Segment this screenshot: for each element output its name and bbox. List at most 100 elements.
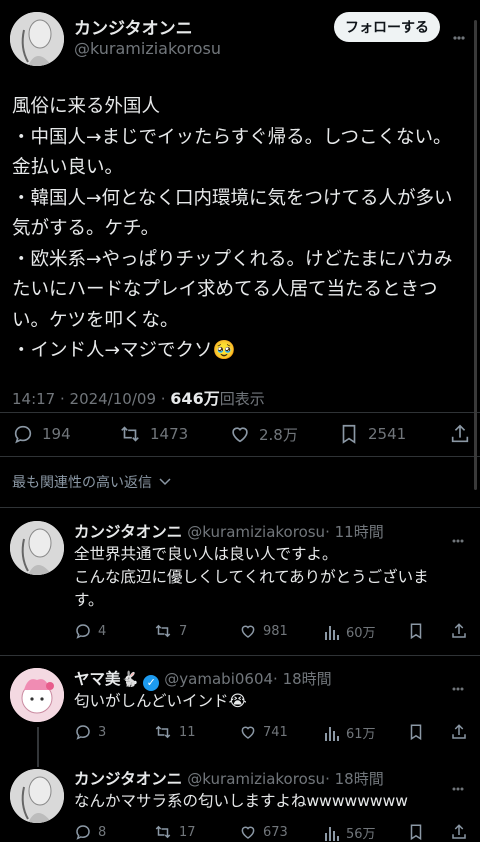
reply-author-handle[interactable]: @yamabi0604 — [164, 670, 273, 688]
bookmark-button[interactable]: 2541 — [338, 423, 406, 445]
retweet-count: 1473 — [150, 425, 189, 443]
retweet-button[interactable]: 1473 — [118, 423, 188, 445]
reply-icon — [76, 624, 90, 639]
verified-badge-icon: ✓ — [143, 675, 160, 691]
reply-count: 8 — [98, 824, 107, 840]
post-line: 気がする。ケチ。 — [12, 218, 160, 239]
retweet-button[interactable]: 11 — [153, 723, 196, 741]
view-count: 61万 — [346, 727, 376, 742]
like-button[interactable]: 673 — [239, 823, 288, 841]
share-icon — [452, 623, 466, 638]
reply-button[interactable]: 8 — [74, 823, 106, 841]
author-name[interactable]: カンジタオンニ — [74, 14, 193, 39]
like-count: 2.8万 — [259, 425, 298, 444]
retweet-icon — [155, 825, 171, 839]
reply-text: 匂いがしんどいインド😭 — [74, 690, 247, 713]
reply-header: ヤマ美🐇 ✓ @yamabi0604· 18時間 — [74, 667, 332, 691]
share-button[interactable] — [450, 823, 474, 841]
bookmark-button[interactable] — [407, 723, 431, 741]
share-button[interactable] — [450, 622, 474, 640]
reply-sort-label: 最も関連性の高い返信 — [12, 475, 152, 491]
scrollbar[interactable] — [474, 20, 477, 490]
post-text: 風俗に来る外国人 ・中国人→まじでイッたらすぐ帰る。しつこくない。 金払い良い。… — [12, 92, 472, 367]
views-button[interactable]: 61万 — [324, 723, 376, 742]
bookmark-count: 2541 — [368, 425, 407, 443]
more-options-icon[interactable] — [452, 528, 464, 547]
post-line: ・欧米系→やっぱりチップくれる。けどたまにバカみ — [12, 248, 453, 270]
reply-line: 全世界共通で良い人は良い人ですよ。 — [74, 545, 338, 563]
bookmark-icon — [342, 424, 356, 444]
reply-avatar[interactable] — [10, 521, 64, 575]
views-button[interactable]: 60万 — [324, 622, 376, 641]
view-count: 56万 — [346, 827, 376, 842]
bookmark-button[interactable] — [407, 622, 431, 640]
reply-line: 匂いがしんどいインド😭 — [74, 692, 247, 710]
reply-count: 194 — [42, 425, 71, 443]
rabbit-emoji: 🐇 — [120, 670, 140, 688]
reply-button[interactable]: 4 — [74, 622, 106, 640]
reply-avatar[interactable] — [10, 769, 64, 823]
reply-line: なんかマサラ系の匂いしますよねwwwwwwww — [74, 792, 408, 810]
reply-count: 3 — [98, 724, 107, 740]
share-icon — [452, 824, 466, 839]
retweet-icon — [155, 624, 171, 638]
reply-author-name[interactable]: カンジタオンニ — [74, 770, 182, 788]
heart-icon — [241, 625, 255, 638]
like-count: 981 — [263, 623, 288, 639]
reply-button[interactable]: 3 — [74, 723, 106, 741]
chevron-down-icon — [159, 478, 171, 486]
bookmark-button[interactable] — [407, 823, 431, 841]
reply-header: カンジタオンニ @kuramiziakorosu· 11時間 — [74, 520, 384, 542]
retweet-button[interactable]: 7 — [153, 622, 187, 640]
like-button[interactable]: 741 — [239, 723, 288, 741]
divider — [0, 456, 480, 457]
view-count: 646万 — [170, 389, 220, 408]
post-timestamp[interactable]: 14:17 · 2024/10/09 · — [12, 390, 170, 408]
reply-author-handle[interactable]: @kuramiziakorosu — [187, 523, 325, 541]
reply-time: · 18時間 — [325, 770, 384, 788]
retweet-icon — [121, 426, 139, 442]
reply-author-handle[interactable]: @kuramiziakorosu — [187, 770, 325, 788]
reply-header: カンジタオンニ @kuramiziakorosu· 18時間 — [74, 767, 384, 789]
reply-avatar[interactable] — [10, 668, 64, 722]
reply-text: 全世界共通で良い人は良い人ですよ。 こんな底辺に優しくしてくれてありがとうござい… — [74, 543, 429, 612]
retweet-count: 17 — [179, 824, 196, 840]
more-options-icon[interactable] — [452, 776, 464, 795]
post-line: い。ケツを叩くな。 — [12, 309, 179, 331]
like-button[interactable]: 981 — [239, 622, 288, 640]
post-line: 金払い良い。 — [12, 157, 124, 178]
bookmark-icon — [410, 623, 422, 640]
author-handle[interactable]: @kuramiziakorosu — [74, 39, 221, 58]
reply-author-name[interactable]: カンジタオンニ — [74, 523, 182, 541]
analytics-icon — [325, 625, 339, 640]
divider — [0, 655, 480, 656]
view-count-label: 回表示 — [219, 390, 265, 408]
heart-icon — [241, 826, 255, 839]
reply-author-name[interactable]: ヤマ美 — [74, 670, 121, 688]
reply-count: 4 — [98, 623, 107, 639]
reply-line: こんな底辺に優しくしてくれてありがとうございま — [74, 568, 429, 586]
reply-sort-dropdown[interactable]: 最も関連性の高い返信 — [12, 472, 171, 492]
like-count: 673 — [263, 824, 288, 840]
post-line: ・インド人→マジでクソ🥹 — [12, 340, 236, 361]
retweet-button[interactable]: 17 — [153, 823, 196, 841]
author-avatar[interactable] — [10, 12, 64, 66]
share-icon — [451, 424, 469, 443]
bookmark-icon — [410, 724, 422, 741]
more-options-icon[interactable] — [453, 24, 465, 45]
reply-button[interactable]: 194 — [12, 423, 71, 445]
views-button[interactable]: 56万 — [324, 823, 376, 842]
retweet-count: 7 — [179, 623, 188, 639]
more-options-icon[interactable] — [452, 676, 464, 695]
thread-line — [37, 727, 39, 767]
like-button[interactable]: 2.8万 — [229, 423, 298, 445]
reply-icon — [76, 725, 90, 740]
share-button[interactable] — [450, 723, 474, 741]
view-count: 60万 — [346, 626, 376, 641]
post-line: 風俗に来る外国人 — [12, 96, 161, 117]
follow-button[interactable]: フォローする — [334, 12, 440, 42]
analytics-icon — [325, 826, 339, 841]
reply-time: · 18時間 — [273, 670, 332, 688]
bookmark-icon — [410, 824, 422, 841]
divider — [0, 412, 480, 413]
